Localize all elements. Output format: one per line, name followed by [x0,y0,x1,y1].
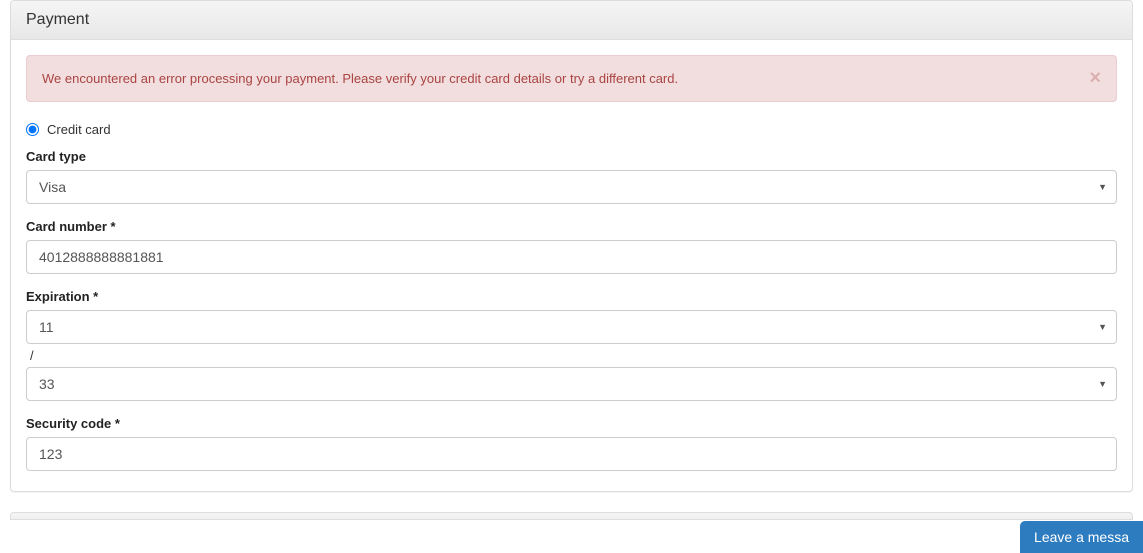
panel-title: Payment [11,1,1132,40]
security-code-label: Security code * [26,416,1117,431]
credit-card-radio[interactable] [26,123,39,136]
payment-method-row: Credit card [26,122,1117,137]
expiration-separator: / [30,348,1117,363]
next-panel-peek [10,512,1133,520]
error-alert: We encountered an error processing your … [26,55,1117,102]
expiration-month-select[interactable]: 11 [26,310,1117,344]
expiration-label: Expiration * [26,289,1117,304]
security-code-input[interactable] [26,437,1117,471]
card-type-select[interactable]: Visa [26,170,1117,204]
card-type-group: Card type Visa [26,149,1117,204]
card-number-group: Card number * [26,219,1117,274]
security-code-group: Security code * [26,416,1117,471]
panel-body: We encountered an error processing your … [11,40,1132,491]
alert-message: We encountered an error processing your … [42,71,678,86]
close-icon[interactable]: × [1089,68,1101,88]
card-number-label: Card number * [26,219,1117,234]
payment-panel: Payment We encountered an error processi… [10,0,1133,492]
expiration-year-select[interactable]: 33 [26,367,1117,401]
card-type-label: Card type [26,149,1117,164]
card-number-input[interactable] [26,240,1117,274]
credit-card-label: Credit card [47,122,111,137]
expiration-group: Expiration * 11 / 33 [26,289,1117,401]
card-type-select-wrapper: Visa [26,170,1117,204]
expiration-month-wrapper: 11 [26,310,1117,344]
expiration-year-wrapper: 33 [26,367,1117,401]
chat-tab[interactable]: Leave a messa [1020,521,1143,553]
